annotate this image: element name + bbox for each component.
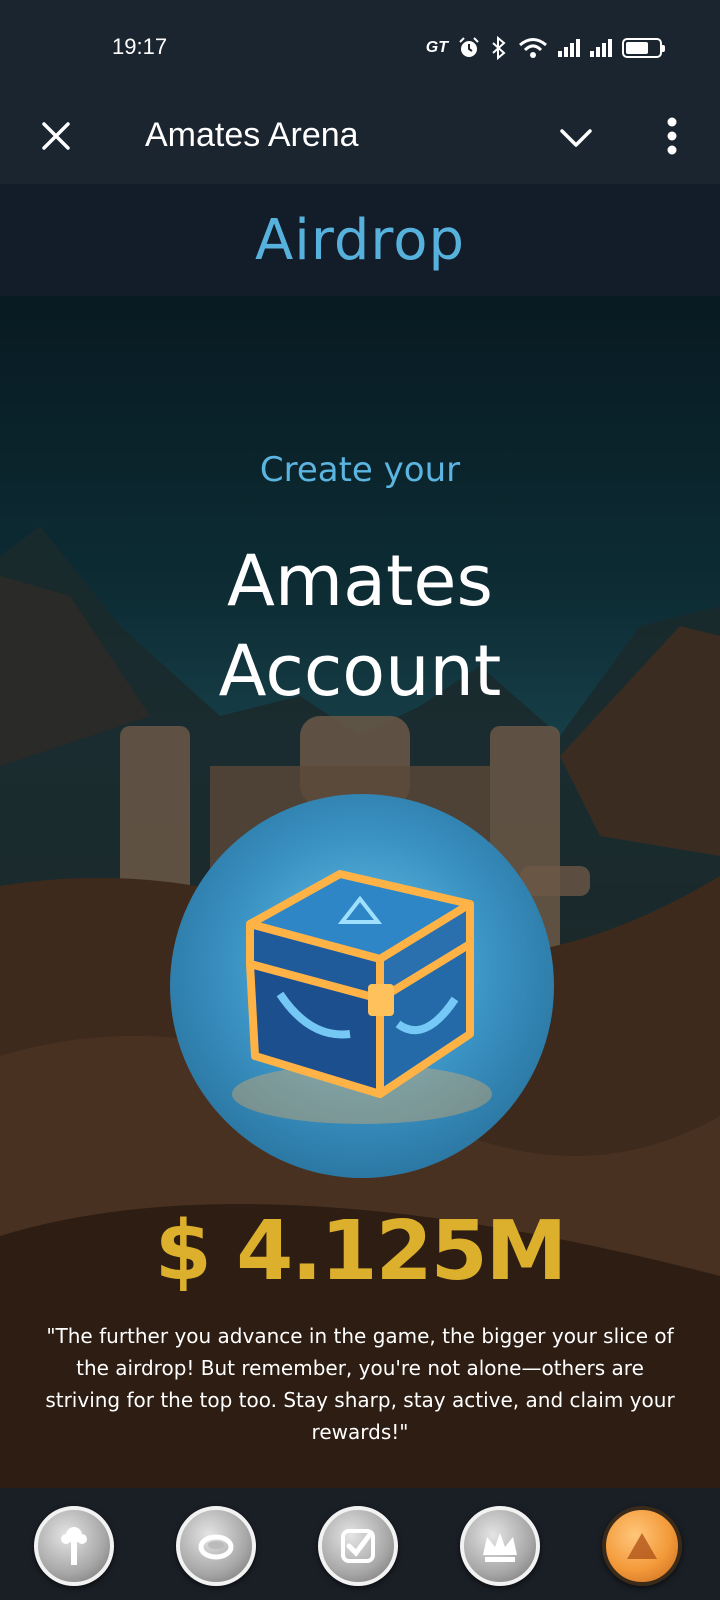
carrier-tag: GT: [425, 39, 448, 56]
app-title: Amates Arena: [145, 116, 359, 154]
airdrop-quote: "The further you advance in the game, th…: [45, 1324, 675, 1444]
nav-airdrop[interactable]: [602, 1506, 682, 1586]
hero-subtitle: Create your: [259, 450, 461, 490]
tasks-check-icon: [341, 1529, 375, 1563]
alarm-icon: [459, 37, 479, 57]
ring-icon: [198, 1534, 234, 1560]
page-title: Airdrop: [254, 207, 466, 273]
crown-icon: [483, 1533, 517, 1562]
nav-leaderboard[interactable]: [460, 1506, 540, 1586]
more-vertical-icon[interactable]: [652, 114, 692, 158]
airdrop-coin-icon: [627, 1533, 657, 1559]
airdrop-amount: $ 4.125M: [154, 1204, 568, 1299]
page-header: Airdrop: [0, 184, 720, 296]
hero-section: Create your Amates Account $ 4.125M "The…: [0, 296, 720, 1488]
nav-tap[interactable]: [34, 1506, 114, 1586]
signal-icon: [590, 39, 612, 57]
nav-ring[interactable]: [176, 1506, 256, 1586]
close-icon[interactable]: [36, 116, 76, 156]
bluetooth-icon: [492, 36, 506, 60]
treasure-chest-icon: [232, 870, 492, 1124]
tap-icon: [61, 1527, 87, 1565]
nav-tasks[interactable]: [318, 1506, 398, 1586]
battery-icon: [622, 38, 665, 58]
app-bar: Amates Arena: [0, 92, 720, 184]
chevron-down-icon[interactable]: [556, 118, 596, 158]
hero-title: Amates Account: [0, 536, 720, 716]
bottom-nav: [0, 1488, 720, 1600]
status-time: 19:17: [112, 34, 168, 59]
hero-title-line1: Amates: [227, 540, 493, 622]
wifi-icon: [519, 38, 547, 58]
status-bar: 19:17 GT: [0, 0, 720, 92]
status-icons: GT: [425, 34, 665, 62]
signal-icon: [558, 39, 580, 57]
hero-title-line2: Account: [218, 630, 502, 712]
treasure-chest-image: [170, 794, 554, 1178]
